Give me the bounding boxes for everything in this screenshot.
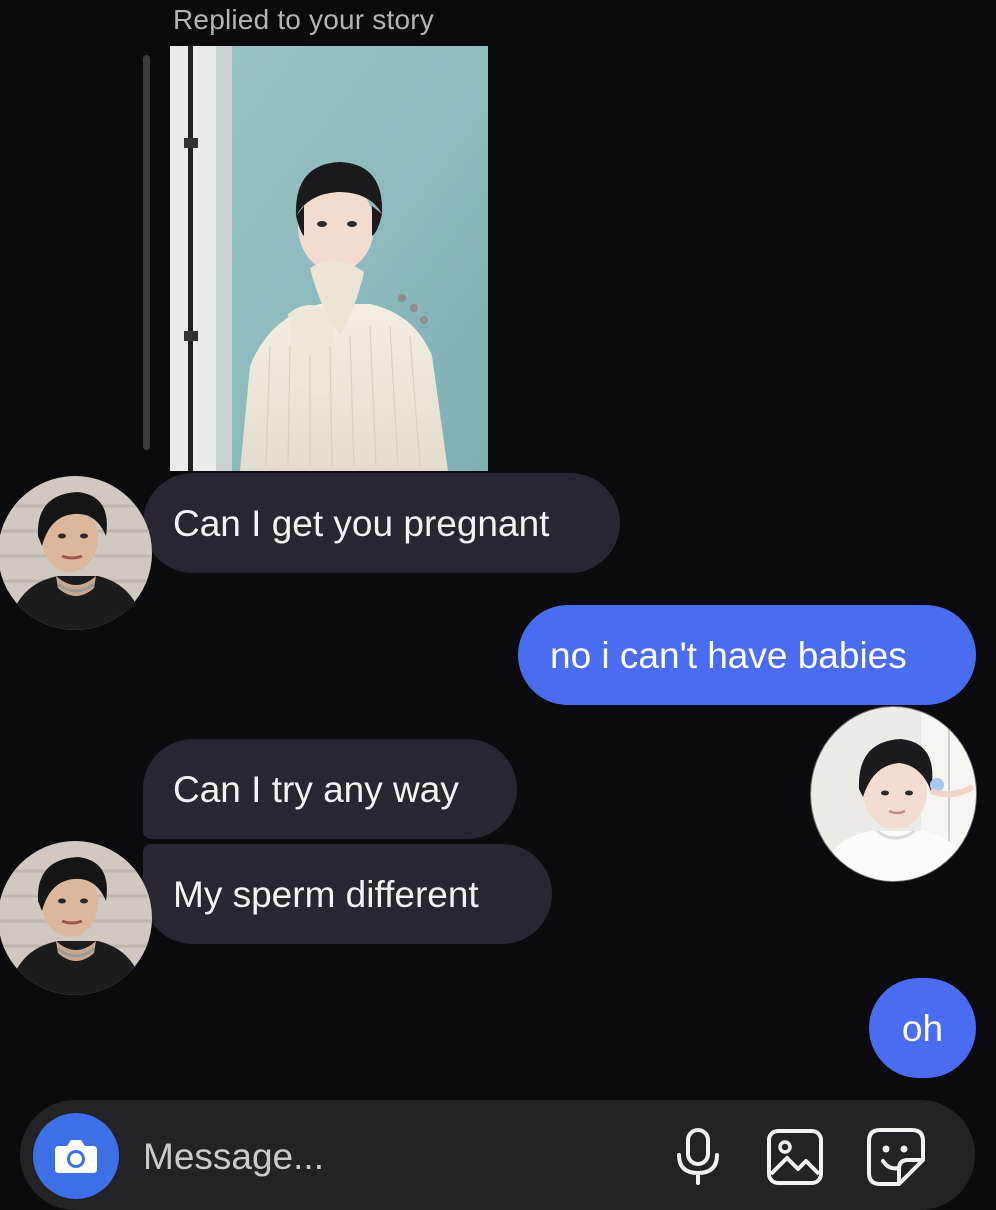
message-text: Can I try any way bbox=[173, 768, 459, 810]
story-reply-label: Replied to your story bbox=[173, 4, 434, 35]
message-bubble-outgoing[interactable]: no i can't have babies bbox=[518, 605, 976, 705]
message-bubble-outgoing[interactable]: oh bbox=[869, 978, 976, 1078]
camera-button[interactable] bbox=[33, 1113, 119, 1199]
my-avatar[interactable] bbox=[810, 706, 977, 882]
message-text: oh bbox=[901, 1007, 944, 1049]
microphone-icon bbox=[677, 1128, 719, 1185]
message-bubble-incoming[interactable]: Can I try any way bbox=[143, 739, 517, 839]
sticker-button[interactable] bbox=[865, 1126, 927, 1188]
avatar-photo bbox=[0, 841, 152, 995]
message-text: no i can't have babies bbox=[550, 634, 907, 676]
avatar-photo bbox=[0, 476, 152, 630]
avatar-photo bbox=[811, 707, 976, 881]
gallery-button[interactable] bbox=[764, 1126, 826, 1188]
camera-icon bbox=[55, 1140, 97, 1173]
story-thumbnail[interactable] bbox=[170, 46, 488, 471]
message-bubble-incoming[interactable]: My sperm different bbox=[143, 844, 552, 944]
reply-quote-bar bbox=[143, 55, 150, 450]
story-photo bbox=[170, 46, 488, 471]
gallery-icon bbox=[767, 1129, 823, 1185]
sender-avatar[interactable] bbox=[0, 841, 152, 995]
message-input[interactable] bbox=[143, 1132, 623, 1182]
message-bubble-incoming[interactable]: Can I get you pregnant bbox=[143, 473, 620, 573]
message-text: My sperm different bbox=[173, 873, 479, 915]
sender-avatar[interactable] bbox=[0, 476, 152, 630]
sticker-icon bbox=[867, 1128, 925, 1186]
microphone-button[interactable] bbox=[667, 1126, 729, 1188]
message-text: Can I get you pregnant bbox=[173, 502, 550, 544]
